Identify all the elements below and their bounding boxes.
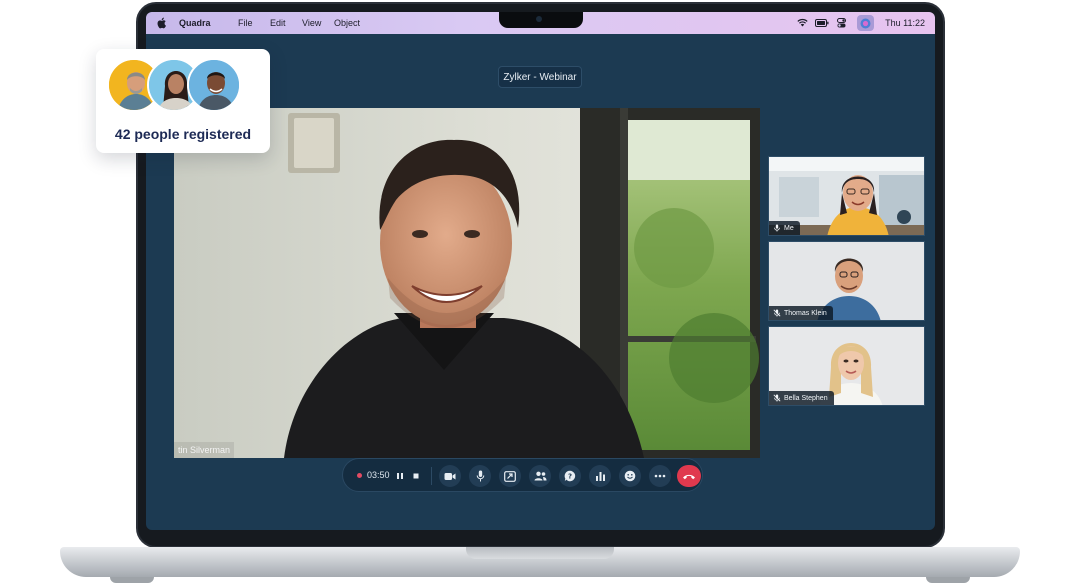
participant-tile-bella-stephen[interactable]: Bella Stephen [768, 326, 925, 406]
pause-icon [397, 473, 403, 479]
stop-icon [413, 473, 419, 479]
recording-timer: 03:50 [367, 470, 390, 480]
participant-name-bella-stephen: Bella Stephen [784, 394, 828, 402]
qa-icon: ? [564, 470, 576, 482]
participant-label-thomas-klein: Thomas Klein [769, 306, 833, 320]
menu-clock: Thu 11:22 [885, 18, 925, 28]
poll-icon [595, 472, 605, 481]
participants-button[interactable] [529, 465, 551, 487]
menu-edit[interactable]: Edit [270, 18, 286, 28]
battery-icon[interactable] [815, 19, 829, 27]
laptop-foot-right [926, 577, 970, 583]
participant-name-thomas-klein: Thomas Klein [784, 309, 827, 317]
participants-icon [534, 471, 546, 481]
webinar-title: Zylker - Webinar [498, 66, 582, 88]
menu-file[interactable]: File [238, 18, 253, 28]
share-screen-button[interactable] [499, 465, 521, 487]
laptop-foot-left [110, 577, 154, 583]
participant-name-me: Me [784, 224, 794, 232]
poll-button[interactable] [589, 465, 611, 487]
end-call-icon [683, 474, 695, 479]
mic-icon [774, 224, 780, 232]
video-icon [444, 472, 456, 480]
siri-icon[interactable] [857, 15, 874, 31]
camera-icon [536, 16, 542, 22]
video-button[interactable] [439, 465, 461, 487]
qa-button[interactable]: ? [559, 465, 581, 487]
end-call-button[interactable] [677, 465, 701, 487]
share-screen-icon [504, 470, 516, 482]
recording-indicator [357, 473, 362, 478]
reactions-icon [624, 470, 636, 482]
main-speaker-video[interactable]: tin Silverman [174, 108, 760, 458]
wifi-icon[interactable] [797, 18, 808, 27]
stop-button[interactable] [405, 465, 427, 487]
control-center-icon[interactable] [837, 18, 846, 28]
webinar-promo: Quadra File Edit View Object Thu 11:22 Z… [0, 0, 1080, 587]
speaker-video-frame [174, 108, 760, 458]
participant-tile-me[interactable]: Me [768, 156, 925, 236]
more-options-button[interactable] [649, 465, 671, 487]
menu-view[interactable]: View [302, 18, 321, 28]
registration-count-text: 42 people registered [114, 126, 252, 142]
participant-label-me: Me [769, 221, 800, 235]
speaker-name-label: tin Silverman [174, 442, 235, 458]
participant-tile-thomas-klein[interactable]: Thomas Klein [768, 241, 925, 321]
mic-off-icon [773, 394, 781, 402]
mic-off-icon [773, 309, 781, 317]
avatar [187, 58, 241, 112]
menu-app-name[interactable]: Quadra [179, 18, 211, 28]
more-icon [654, 474, 666, 478]
participant-label-bella-stephen: Bella Stephen [769, 391, 834, 405]
mic-icon [476, 470, 484, 482]
svg-text:?: ? [568, 473, 572, 481]
meeting-control-bar: 03:50 ? [342, 458, 703, 492]
control-divider [431, 467, 432, 485]
registration-card: 42 people registered [96, 49, 270, 153]
menu-object[interactable]: Object [334, 18, 360, 28]
reactions-button[interactable] [619, 465, 641, 487]
mic-button[interactable] [469, 465, 491, 487]
laptop-base-notch [466, 547, 614, 559]
attendee-avatars [107, 58, 242, 114]
camera-notch [499, 12, 583, 28]
apple-icon[interactable] [156, 17, 167, 29]
